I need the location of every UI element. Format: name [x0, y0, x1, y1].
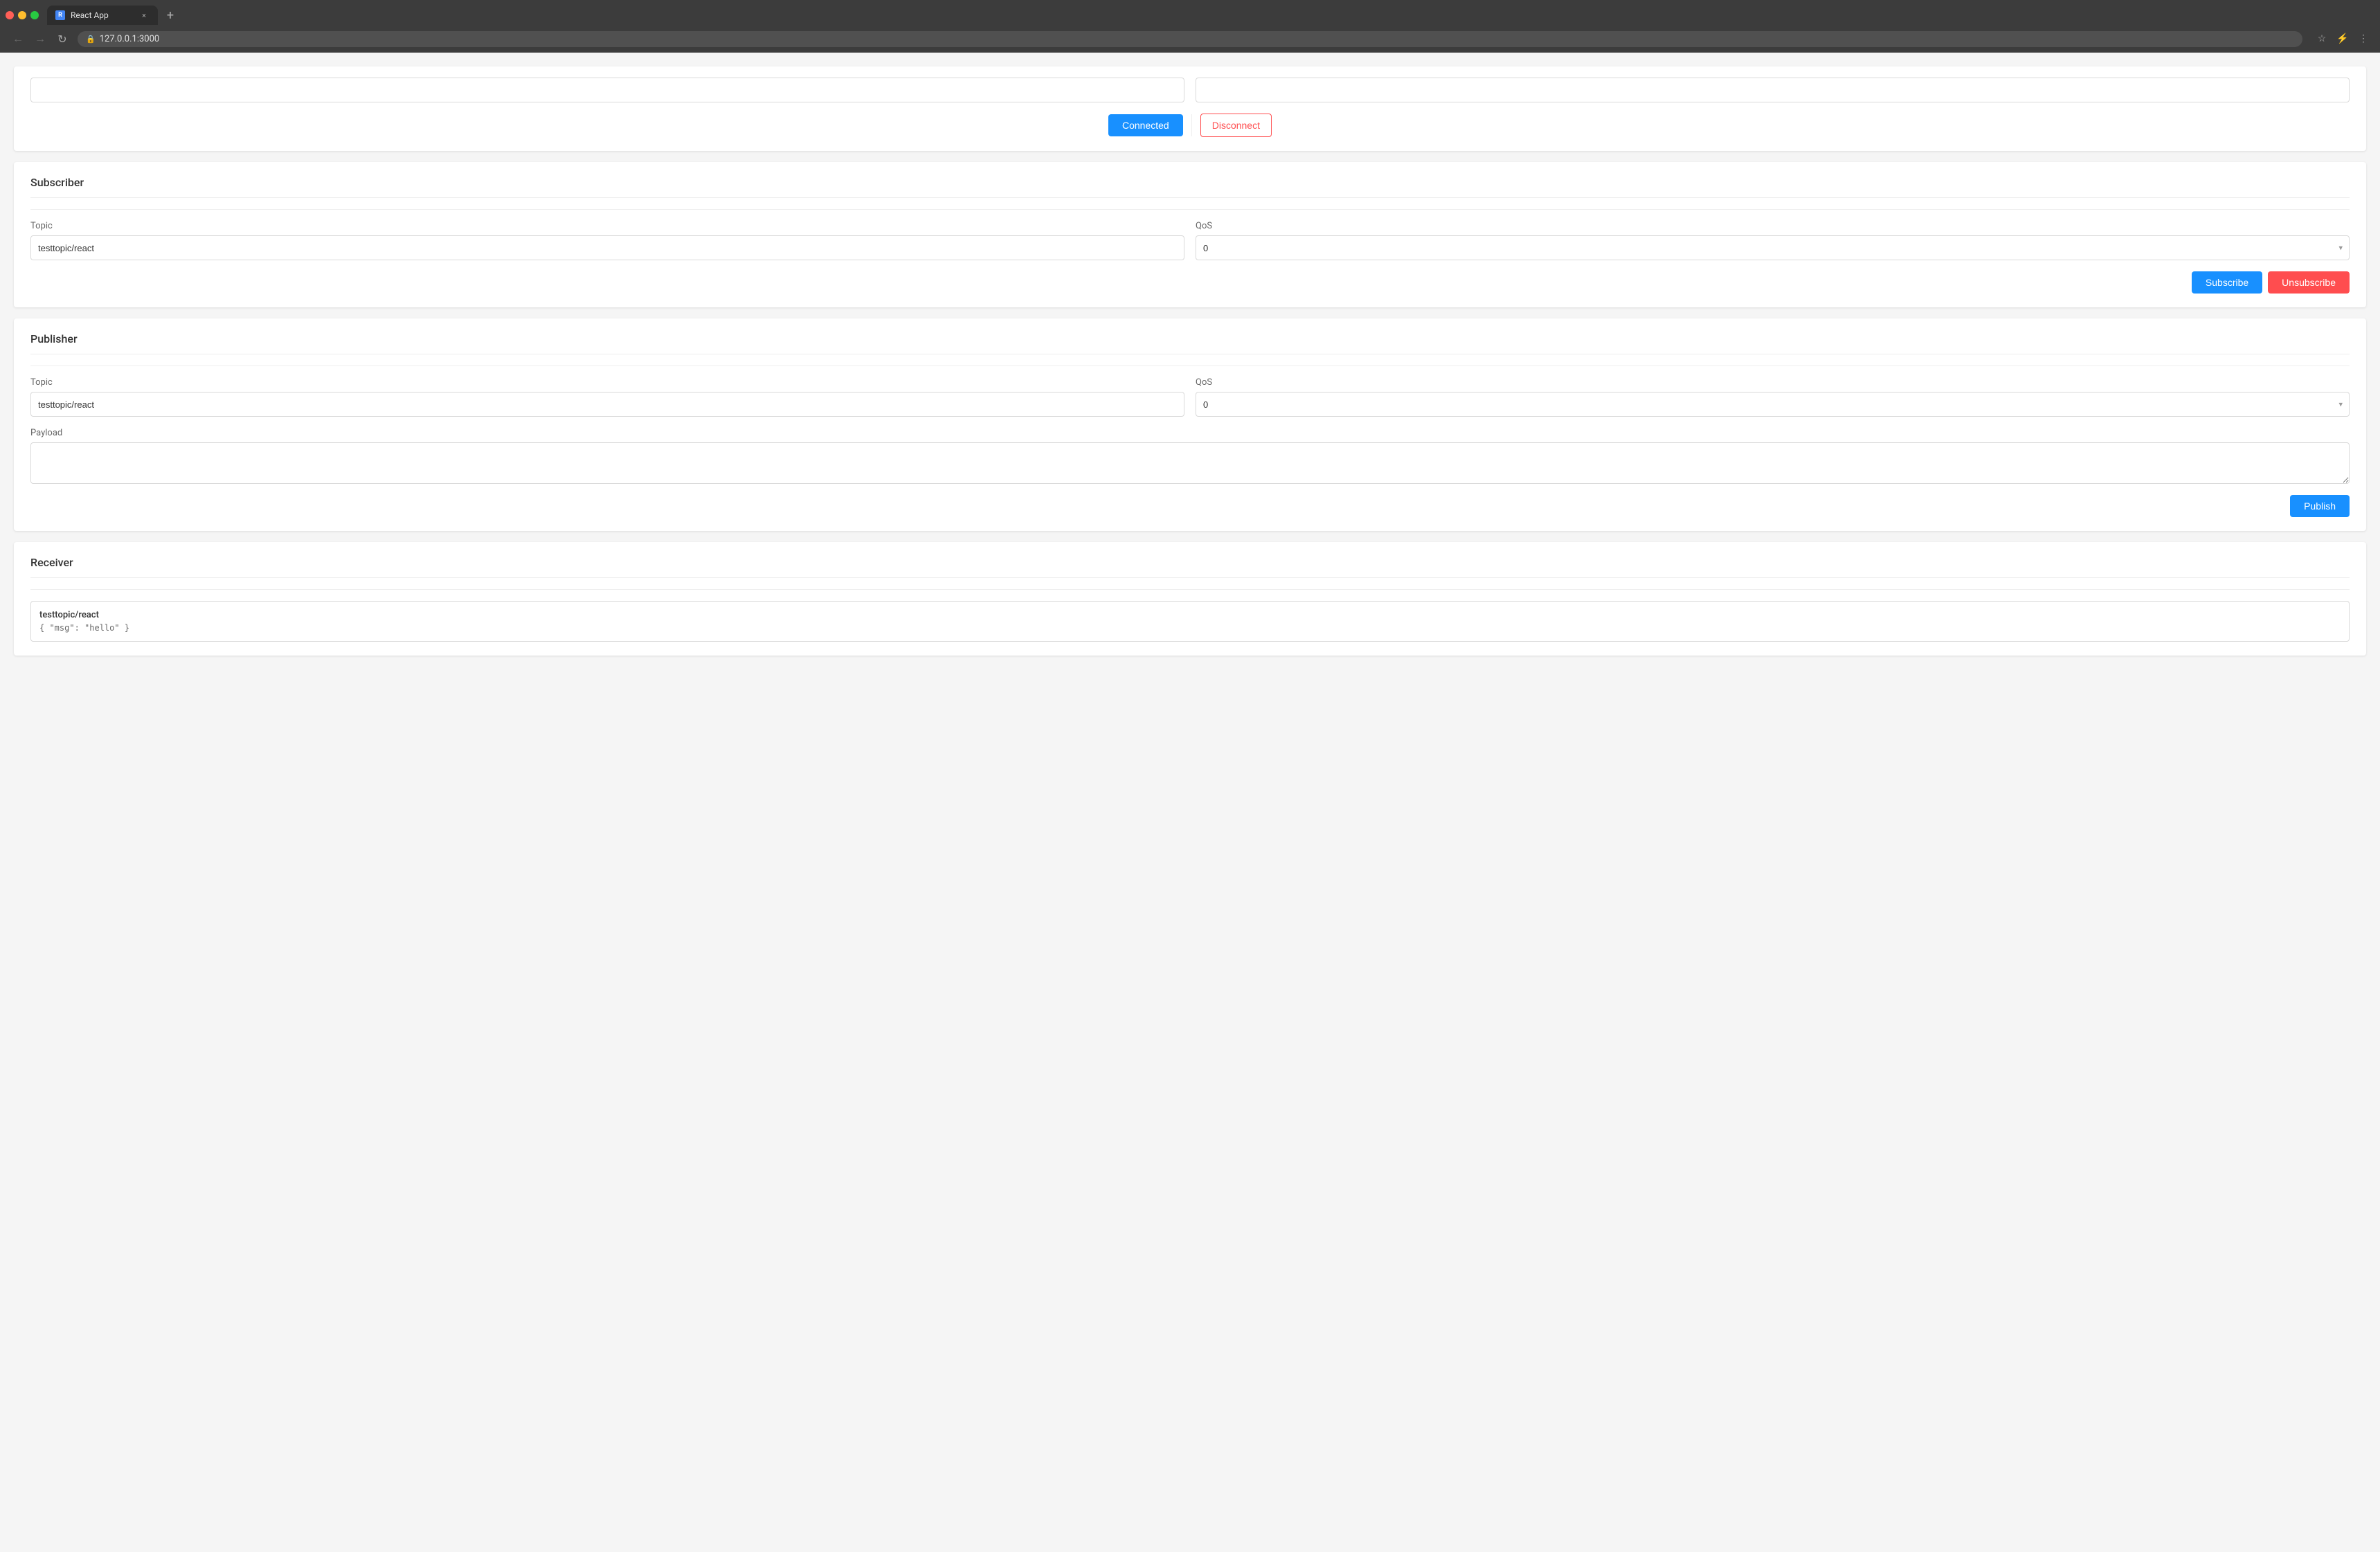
subscribe-button[interactable]: Subscribe	[2192, 271, 2262, 294]
publisher-form-row: Topic QoS 0 1 2 ▾	[30, 377, 2350, 417]
connection-actions: Connected Disconnect	[30, 114, 2350, 137]
receiver-card: Receiver testtopic/react { "msg": "hello…	[14, 542, 2366, 656]
forward-button[interactable]: →	[30, 29, 50, 48]
tab-title: React App	[71, 10, 109, 20]
subscriber-card: Subscriber Topic QoS 0 1 2 ▾ Subscr	[14, 162, 2366, 307]
publisher-qos-label: QoS	[1196, 377, 2350, 388]
receiver-divider	[30, 589, 2350, 590]
close-button[interactable]	[6, 11, 14, 19]
page-content: Connected Disconnect Subscriber Topic Qo…	[0, 53, 2380, 1552]
toolbar-icons: ☆ ⚡ ⋮	[2314, 30, 2372, 47]
connected-button[interactable]: Connected	[1108, 114, 1183, 136]
publisher-title: Publisher	[30, 332, 2350, 354]
reload-button[interactable]: ↻	[53, 29, 72, 48]
host-input[interactable]	[30, 78, 1184, 102]
port-input[interactable]	[1196, 78, 2350, 102]
browser-chrome: R React App × + ← → ↻ 🔒 127.0.0.1:3000 ☆…	[0, 0, 2380, 53]
publisher-card: Publisher Topic QoS 0 1 2 ▾ Payload	[14, 318, 2366, 531]
publish-button[interactable]: Publish	[2290, 495, 2350, 517]
publisher-qos-group: QoS 0 1 2 ▾	[1196, 377, 2350, 417]
back-button[interactable]: ←	[8, 29, 28, 48]
new-tab-button[interactable]: +	[161, 6, 180, 25]
extensions-icon[interactable]: ⚡	[2334, 30, 2351, 47]
receiver-message-topic: testtopic/react	[39, 610, 2341, 620]
publisher-payload-input[interactable]	[30, 442, 2350, 484]
tab-favicon: R	[55, 10, 65, 20]
receiver-message-payload: { "msg": "hello" }	[39, 623, 2341, 633]
tab-bar: R React App × +	[0, 0, 2380, 25]
subscriber-qos-wrapper: 0 1 2 ▾	[1196, 235, 2350, 260]
address-bar: ← → ↻ 🔒 127.0.0.1:3000 ☆ ⚡ ⋮	[0, 25, 2380, 53]
subscriber-qos-label: QoS	[1196, 221, 2350, 231]
disconnect-button[interactable]: Disconnect	[1200, 114, 1272, 137]
active-tab[interactable]: R React App ×	[47, 6, 158, 25]
connection-divider	[1191, 114, 1192, 136]
publisher-payload-group: Payload	[30, 428, 2350, 484]
subscriber-topic-label: Topic	[30, 221, 1184, 231]
connection-inputs-row	[30, 78, 2350, 102]
url-bar[interactable]: 🔒 127.0.0.1:3000	[78, 31, 2302, 47]
subscriber-title: Subscriber	[30, 176, 2350, 198]
publisher-topic-input[interactable]	[30, 392, 1184, 417]
url-text: 127.0.0.1:3000	[100, 34, 160, 44]
subscriber-qos-select[interactable]: 0 1 2	[1196, 235, 2350, 260]
menu-icon[interactable]: ⋮	[2355, 30, 2372, 47]
subscriber-qos-group: QoS 0 1 2 ▾	[1196, 221, 2350, 260]
unsubscribe-button[interactable]: Unsubscribe	[2268, 271, 2350, 294]
lock-icon: 🔒	[86, 35, 96, 44]
nav-buttons: ← → ↻	[8, 29, 72, 48]
connection-card: Connected Disconnect	[14, 66, 2366, 151]
subscriber-topic-input[interactable]	[30, 235, 1184, 260]
publisher-qos-select[interactable]: 0 1 2	[1196, 392, 2350, 417]
maximize-button[interactable]	[30, 11, 39, 19]
publisher-topic-label: Topic	[30, 377, 1184, 388]
tab-close-button[interactable]: ×	[138, 10, 150, 21]
minimize-button[interactable]	[18, 11, 26, 19]
subscriber-actions: Subscribe Unsubscribe	[30, 271, 2350, 294]
publisher-payload-label: Payload	[30, 428, 2350, 438]
publisher-actions: Publish	[30, 495, 2350, 517]
receiver-message: testtopic/react { "msg": "hello" }	[30, 601, 2350, 642]
traffic-lights	[6, 11, 39, 19]
publisher-qos-wrapper: 0 1 2 ▾	[1196, 392, 2350, 417]
subscriber-divider	[30, 209, 2350, 210]
receiver-title: Receiver	[30, 556, 2350, 578]
publisher-topic-group: Topic	[30, 377, 1184, 417]
subscriber-topic-group: Topic	[30, 221, 1184, 260]
subscriber-form-row: Topic QoS 0 1 2 ▾	[30, 221, 2350, 260]
bookmark-icon[interactable]: ☆	[2314, 30, 2330, 47]
